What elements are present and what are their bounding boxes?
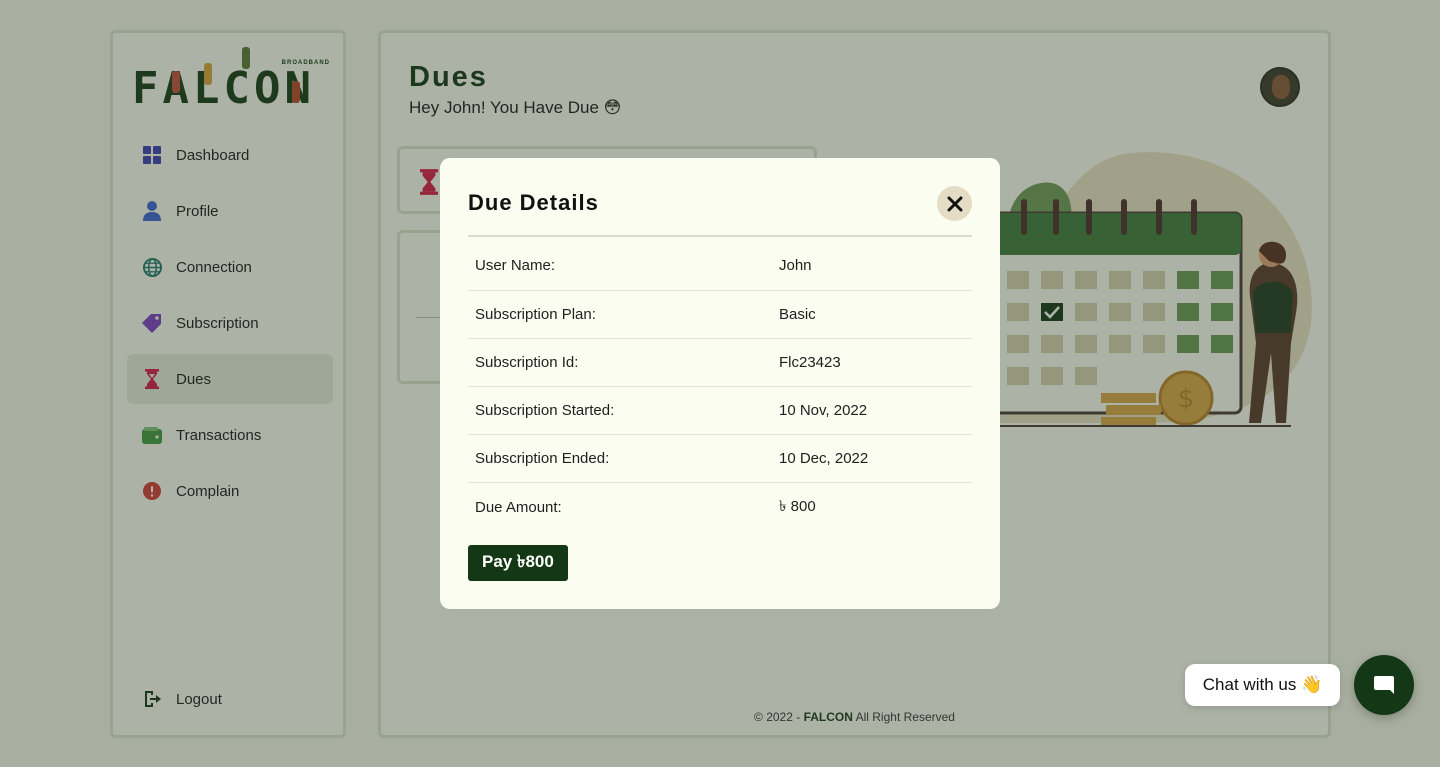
due-details-table: User Name: John Subscription Plan: Basic… <box>468 242 972 532</box>
detail-key: Subscription Ended: <box>468 434 779 483</box>
table-row: Subscription Started: 10 Nov, 2022 <box>468 386 972 435</box>
detail-key: Subscription Id: <box>468 338 779 387</box>
close-button[interactable] <box>937 186 972 221</box>
table-row: Subscription Ended: 10 Dec, 2022 <box>468 434 972 483</box>
detail-value: ৳ 800 <box>779 497 816 515</box>
due-details-modal: Due Details User Name: John Subscription… <box>440 158 1000 609</box>
modal-title: Due Details <box>468 190 599 215</box>
chat-icon <box>1374 676 1394 694</box>
chat-launcher-button[interactable] <box>1354 655 1414 715</box>
detail-key: Subscription Started: <box>468 386 779 435</box>
detail-key: Due Amount: <box>475 498 562 516</box>
modal-divider <box>468 235 972 237</box>
table-row: Due Amount: ৳ 800 <box>468 482 972 532</box>
table-row: Subscription Plan: Basic <box>468 290 972 339</box>
pay-button[interactable]: Pay ৳800 <box>468 545 568 581</box>
table-row: User Name: John <box>468 242 972 291</box>
chat-bubble-label: Chat with us 👋 <box>1202 675 1323 694</box>
detail-value: 10 Dec, 2022 <box>779 434 972 483</box>
detail-value: Basic <box>779 290 972 339</box>
detail-key: User Name: <box>468 242 779 291</box>
detail-value: 10 Nov, 2022 <box>779 386 972 435</box>
detail-value: John <box>779 242 972 291</box>
close-icon <box>947 196 962 211</box>
table-row: Subscription Id: Flc23423 <box>468 338 972 387</box>
detail-value: Flc23423 <box>779 338 972 387</box>
chat-with-us-bubble[interactable]: Chat with us 👋 <box>1185 664 1340 706</box>
detail-key: Subscription Plan: <box>468 290 779 339</box>
